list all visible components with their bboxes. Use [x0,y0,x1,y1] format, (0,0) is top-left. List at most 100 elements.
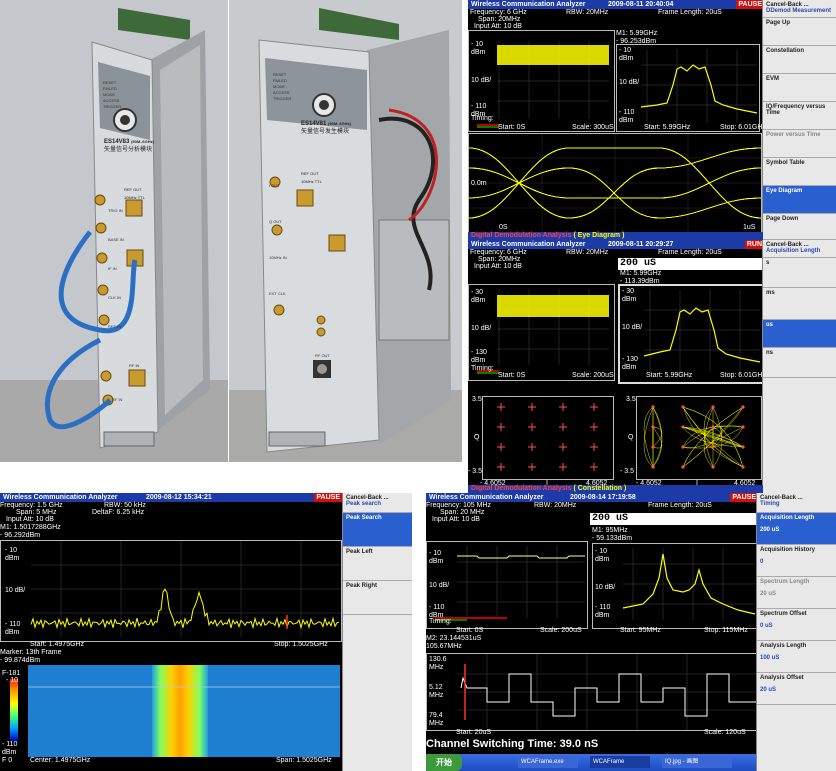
softkey-menu: Cancel-Back ... Acquisition Length s ms u… [762,240,836,493]
menu-peak-search[interactable]: Peak Search [343,513,412,547]
menu-cancel-back[interactable]: Cancel-Back ... Acquisition Length [763,240,836,258]
menu-unit-s[interactable]: s [763,258,836,288]
module-name: 矢量信号发生模块 [301,129,350,135]
waterfall-image [28,665,340,757]
const-q-label: Q [628,434,634,441]
input-att-readout: Input Att: 10 dB [474,263,522,270]
menu-peak-right[interactable]: Peak Right [343,581,412,615]
menu-analysis-length[interactable]: Analysis Length 100 uS [757,641,836,673]
eye-diagram-trace [468,134,762,232]
analyzer-screen-switching: Wireless Communication Analyzer 2009-08-… [426,493,836,771]
module-rf-in-label: RF IN [129,363,140,368]
menu-spectrum-length[interactable]: Spectrum Length 20 uS [757,577,836,609]
menu-cancel-back[interactable]: Cancel-Back ... Timing [757,493,836,513]
deltaf-readout: DeltaF: 6.25 kHz [92,509,145,516]
axis-scale-x: Scale: 200uS [572,372,614,379]
spectrum-plot-trace [622,548,756,620]
module-led-labels: RESET FAILED MODE ACCESS TRIGGER [273,72,292,101]
menu-peak-left[interactable]: Peak Left [343,547,412,581]
axis-start: Start: 20uS [456,729,492,736]
pause-badge: PAUSE [736,0,764,9]
frequency-vs-time-trace [457,654,757,730]
module-rf-in-label-2: RF IN [112,397,123,402]
pause-badge: PAUSE [314,493,342,502]
const-y-top: 3.5 [472,396,482,403]
menu-constellation[interactable]: Constellation [763,46,836,74]
const-q-label: Q [474,434,480,441]
constellation-plot-measured [636,396,762,480]
start-button[interactable]: 开始 [426,754,462,771]
marker-readout: M1: 95MHz - 59.133dBm [592,527,633,542]
switching-time-readout: Channel Switching Time: 39.0 nS [426,738,599,750]
softkey-menu: Cancel-Back ... DDemod Measurement Page U… [762,0,836,240]
axis-stop: Stop: 1.5025GHz [274,641,328,648]
menu-cancel-back[interactable]: Cancel-Back ... Peak search [343,493,412,513]
menu-spectrum-offset[interactable]: Spectrum Offset 0 uS [757,609,836,641]
menu-unit-us[interactable]: us [763,320,836,348]
eye-end: 1uS [743,224,756,231]
menu-symbol-table[interactable]: Symbol Table [763,158,836,186]
axis-scale: 10 dB/ [471,77,492,84]
menu-power-vs-time[interactable]: Power versus Time [763,130,836,158]
spectrum-plot: - 30 dBm 10 dB/ - 130 dBm [618,284,764,384]
axis-top: - 10 dBm [471,41,486,56]
menu-page-down[interactable]: Page Down [763,214,836,240]
frame-length-readout: Frame Length: 20uS [658,9,722,16]
axis-bottom: 79.4 MHz [429,712,444,727]
constellation-plot-ideal [482,396,614,480]
axis-start: Start: 0S [498,124,526,131]
taskbar: 开始 WCAFrame.exe WCAFrame IQ.jpg - 画图 [426,754,756,771]
eye-ylabel: 0.0m [471,180,487,187]
menu-acquisition-history[interactable]: Acquisition History 0 [757,545,836,577]
softkey-menu: Cancel-Back ... Timing Acquisition Length… [756,493,836,771]
spectrum-plot: - 10 dBm 10 dB/ - 110 dBm [616,44,760,132]
module-rf-out-label: RF OUT [315,353,330,358]
photo-right-module: RESET FAILED MODE ACCESS TRIGGER ES14V81… [229,0,462,462]
axis-stop: Stop: 6.01GHz [720,124,766,131]
axis-stop: Stop: 115MHz [704,627,748,634]
taskbar-item-wcaframe[interactable]: WCAFrame [590,756,650,768]
module-ref-out: REF OUT 10MHz TTL [124,187,145,200]
axis-bottom: - 130 dBm [622,356,638,371]
menu-unit-ms[interactable]: ms [763,288,836,320]
frame-length-readout: Frame Length: 20uS [658,249,722,256]
axis-bottom: - 110 dBm [5,621,21,636]
module-name: 矢量信号分析模块 [104,147,153,153]
menu-unit-ns[interactable]: ns [763,348,836,378]
axis-start: Start: 95MHz [620,627,661,634]
entry-field[interactable]: 200 uS [590,513,756,525]
menu-cancel-back[interactable]: Cancel-Back ... DDemod Measurement [763,0,836,18]
axis-top: - 30 dBm [622,288,637,303]
menu-iq-frequency[interactable]: IQ/Frequency versus Time [763,102,836,130]
taskbar-item-paint[interactable]: IQ.jpg - 画图 [662,756,732,768]
constellation-ideal-points [497,403,598,471]
taskbar-item-wcaframe-exe[interactable]: WCAFrame.exe [518,756,578,768]
axis-scale: 10 dB/ [429,582,450,589]
rbw-readout: RBW: 20MHz [566,9,609,16]
module-connector-labels: TRIG IN BASE IN IF IN CLK IN REF IN [108,208,124,329]
const-y-bot: - 3.5 [620,468,635,475]
menu-analysis-offset[interactable]: Analysis Offset 20 uS [757,673,836,705]
timing-label: Timing: [429,618,452,625]
photo-left-module: RESET FAILED MODE ACCESS TRIGGER ES14V83… [0,0,228,462]
eye-diagram-plot: 0.0m 0S 1uS [468,133,762,233]
timing-label: Timing: [471,365,494,372]
module-model: ES14V83 (50M–6GHz) [104,139,154,145]
module-led-labels: RESET FAILED MODE ACCESS TRIGGER [103,80,122,109]
axis-top: - 10 dBm [429,550,444,565]
entry-field[interactable]: 200 uS [618,258,762,270]
menu-evm[interactable]: EVM [763,74,836,102]
module-model: ES14V81 (50M–6GHz) [301,121,351,127]
axis-top: - 10 dBm [595,548,610,563]
axis-start: Start: 1.4975GHz [30,641,85,648]
waterfall-marker: Marker: 13th Frame - 99.874dBm [0,649,62,664]
axis-mid: 5.12 MHz [429,684,444,699]
const-y-top: 3.5 [626,396,636,403]
mode-banner: Digital Demodulation Analysis ( Eye Diag… [468,232,763,240]
menu-page-up[interactable]: Page Up [763,18,836,46]
menu-acquisition-length[interactable]: Acquisition Length 200 uS [757,513,836,545]
axis-scale: 10 dB/ [619,79,640,86]
spectrum-plot-trace [30,541,341,637]
spectrum-plot: - 10 dBm 10 dB/ - 110 dBm [592,543,758,629]
menu-eye-diagram[interactable]: Eye Diagram [763,186,836,214]
